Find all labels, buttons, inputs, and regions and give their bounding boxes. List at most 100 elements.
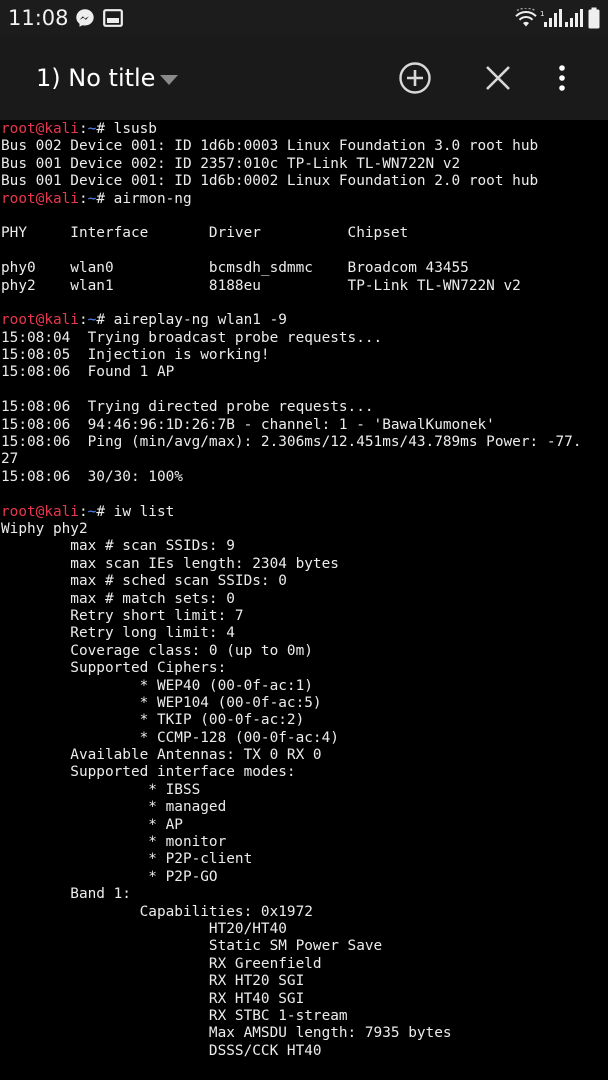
- output-text: 15:08:06 30/30: 100%: [1, 468, 183, 485]
- app-toolbar: 1) No title: [0, 36, 608, 120]
- prompt-user: root@kali: [1, 121, 79, 137]
- output-text: Coverage class: 0 (up to 0m): [1, 642, 313, 659]
- output-text: DSSS/CCK HT40: [1, 1042, 322, 1059]
- prompt-separator: :: [78, 503, 88, 520]
- terminal-output-line: Coverage class: 0 (up to 0m): [0, 643, 608, 660]
- output-text: max # match sets: 0: [1, 590, 235, 607]
- wifi-icon: [515, 8, 537, 27]
- terminal-output-line: HT20/HT40: [0, 921, 608, 938]
- output-text: * CCMP-128 (00-0f-ac:4): [1, 729, 339, 746]
- terminal-output-line: 15:08:06 94:46:96:1D:26:7B - channel: 1 …: [0, 417, 608, 434]
- prompt-separator: :: [78, 312, 88, 329]
- output-text: 15:08:06 Ping (min/avg/max): 2.306ms/12.…: [1, 434, 582, 451]
- terminal-output-line: Max AMSDU length: 7935 bytes: [0, 1025, 608, 1042]
- terminal-output-line: Bus 002 Device 001: ID 1d6b:0003 Linux F…: [0, 138, 608, 155]
- terminal-output-line: * AP: [0, 817, 608, 834]
- terminal-output-line: phy0 wlan0 bcmsdh_sdmmc Broadcom 43455: [0, 260, 608, 277]
- output-text: RX STBC 1-stream: [1, 1007, 348, 1024]
- output-text: max # scan SSIDs: 9: [1, 538, 235, 555]
- output-text: Wiphy phy2: [1, 520, 88, 537]
- output-text: * WEP104 (00-0f-ac:5): [1, 694, 322, 711]
- terminal-output-line: max # scan SSIDs: 9: [0, 538, 608, 555]
- terminal-output-line: 15:08:06 Found 1 AP: [0, 364, 608, 381]
- terminal-output-line: DSSS/CCK HT40: [0, 1043, 608, 1060]
- prompt-user: root@kali: [1, 503, 79, 520]
- add-session-button[interactable]: [395, 58, 435, 98]
- output-text: Capabilities: 0x1972: [1, 903, 313, 920]
- terminal-prompt-line: root@kali:~# airmon-ng: [0, 191, 608, 208]
- output-text: * P2P-GO: [1, 868, 218, 885]
- messenger-icon: [76, 9, 94, 27]
- output-text: 15:08:06 Trying directed probe requests.…: [1, 399, 374, 416]
- terminal-output-line: 27: [0, 451, 608, 468]
- output-text: * managed: [1, 799, 227, 816]
- terminal-prompt-line: root@kali:~# iw list: [0, 504, 608, 521]
- terminal-output-line: 15:08:05 Injection is working!: [0, 347, 608, 364]
- command-text: aireplay-ng wlan1 -9: [113, 312, 287, 329]
- prompt-symbol: #: [96, 312, 114, 329]
- terminal-output-line: * P2P-GO: [0, 869, 608, 886]
- overflow-menu-button[interactable]: [542, 58, 582, 98]
- terminal-output-line: Retry short limit: 7: [0, 608, 608, 625]
- terminal-output-line: Available Antennas: TX 0 RX 0: [0, 747, 608, 764]
- terminal-output-line: Wiphy phy2: [0, 521, 608, 538]
- terminal-output-line: max # match sets: 0: [0, 591, 608, 608]
- output-text: Static SM Power Save: [1, 938, 383, 955]
- signal-icon: 1: [540, 9, 562, 27]
- session-selector[interactable]: 1) No title: [36, 58, 179, 98]
- terminal-output-line: Static SM Power Save: [0, 938, 608, 955]
- close-session-button[interactable]: [478, 58, 518, 98]
- status-clock: 11:08: [8, 6, 69, 30]
- svg-text:1: 1: [540, 10, 544, 18]
- terminal-view[interactable]: root@kali:~# lsusb Bus 002 Device 001: ID…: [0, 121, 608, 1080]
- output-text: * TKIP (00-0f-ac:2): [1, 712, 305, 729]
- screen-icon: [103, 9, 123, 27]
- output-text: Available Antennas: TX 0 RX 0: [1, 747, 322, 764]
- terminal-prompt-line: root@kali:~# aireplay-ng wlan1 -9: [0, 312, 608, 329]
- output-text: phy2 wlan1 8188eu TP-Link TL-WN722N v2: [1, 277, 521, 294]
- dropdown-arrow-icon: [160, 75, 179, 85]
- output-text: Retry short limit: 7: [1, 607, 244, 624]
- output-text: * P2P-client: [1, 851, 253, 868]
- terminal-output-line: 15:08:06 Trying directed probe requests.…: [0, 399, 608, 416]
- output-text: * AP: [1, 816, 183, 833]
- terminal-prompt-line: root@kali:~# lsusb: [0, 121, 608, 138]
- status-bar: 11:08 1: [0, 0, 608, 36]
- terminal-output-line: * IBSS: [0, 782, 608, 799]
- output-text: 27: [1, 451, 19, 468]
- command-text: lsusb: [113, 121, 157, 137]
- command-text: iw list: [113, 503, 175, 520]
- terminal-output-line: Bus 001 Device 001: ID 1d6b:0002 Linux F…: [0, 173, 608, 190]
- terminal-output-line: Band 1:: [0, 886, 608, 903]
- terminal-output-line: * P2P-client: [0, 851, 608, 868]
- terminal-output-line: Supported interface modes:: [0, 764, 608, 781]
- prompt-symbol: #: [96, 503, 114, 520]
- terminal-output-line: max scan IEs length: 2304 bytes: [0, 556, 608, 573]
- prompt-symbol: #: [96, 121, 114, 137]
- output-text: RX Greenfield: [1, 955, 322, 972]
- output-text: PHY Interface Driver Chipset: [1, 225, 409, 242]
- output-text: Supported interface modes:: [1, 764, 296, 781]
- output-text: Max AMSDU length: 7935 bytes: [1, 1025, 452, 1042]
- prompt-user: root@kali: [1, 190, 79, 207]
- terminal-output-line: Bus 001 Device 002: ID 2357:010c TP-Link…: [0, 156, 608, 173]
- output-text: * WEP40 (00-0f-ac:1): [1, 677, 313, 694]
- terminal-output-line: Capabilities: 0x1972: [0, 904, 608, 921]
- prompt-separator: :: [78, 190, 88, 207]
- command-text: airmon-ng: [113, 190, 192, 207]
- output-text: Bus 001 Device 002: ID 2357:010c TP-Link…: [1, 155, 461, 172]
- terminal-output-line: * managed: [0, 799, 608, 816]
- output-text: Band 1:: [1, 886, 131, 903]
- output-text: 15:08:04 Trying broadcast probe requests…: [1, 329, 383, 346]
- terminal-output-line: * WEP40 (00-0f-ac:1): [0, 678, 608, 695]
- output-text: RX HT20 SGI: [1, 973, 305, 990]
- terminal-output-line: * monitor: [0, 834, 608, 851]
- prompt-separator: :: [78, 121, 88, 137]
- output-text: max scan IEs length: 2304 bytes: [1, 555, 339, 572]
- terminal-output-line: RX STBC 1-stream: [0, 1008, 608, 1025]
- output-text: 15:08:05 Injection is working!: [1, 347, 270, 364]
